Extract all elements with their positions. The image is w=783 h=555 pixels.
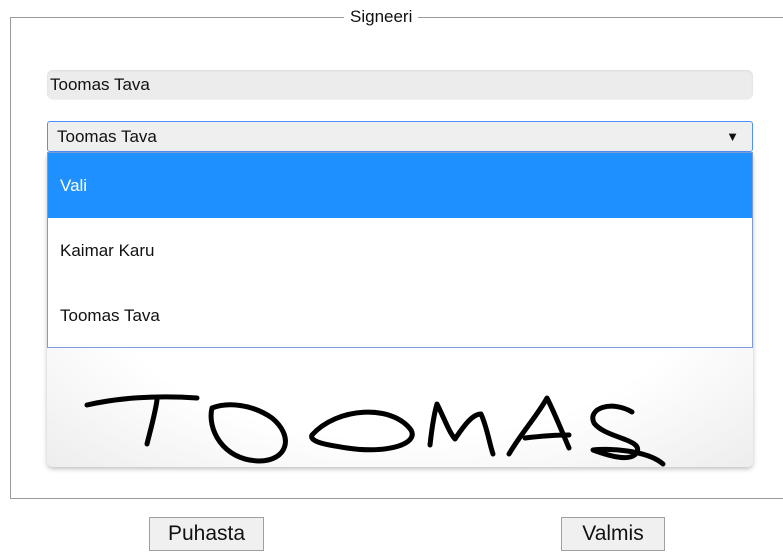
signer-legend: Signeeri [344, 7, 419, 27]
signature-stroke-t-bar [84, 394, 200, 408]
signature-stroke-a [506, 395, 572, 457]
signature-stroke-o2 [309, 409, 415, 453]
signature-stroke-a-bar [522, 432, 572, 441]
signature-stroke-o1 [208, 402, 288, 464]
signer-page: Signeeri Toomas Tava Toomas Tava ▼ Vali … [0, 0, 783, 555]
signature-stroke-s [590, 403, 666, 467]
clear-button[interactable]: Puhasta [149, 517, 264, 551]
signer-name-display: Toomas Tava [47, 70, 753, 99]
signature-stroke-m [427, 401, 496, 457]
signer-select[interactable]: Toomas Tava ▼ [47, 121, 753, 152]
done-button[interactable]: Valmis [561, 517, 665, 551]
dropdown-option-vali[interactable]: Vali [48, 153, 752, 218]
dropdown-option-kaimar-karu[interactable]: Kaimar Karu [48, 218, 752, 283]
signer-select-value: Toomas Tava [57, 127, 157, 146]
signer-dropdown-list: Vali Kaimar Karu Toomas Tava [47, 152, 753, 348]
signature-stroke-t-stem [144, 397, 160, 447]
chevron-down-icon: ▼ [726, 129, 739, 144]
dropdown-option-toomas-tava[interactable]: Toomas Tava [48, 283, 752, 348]
